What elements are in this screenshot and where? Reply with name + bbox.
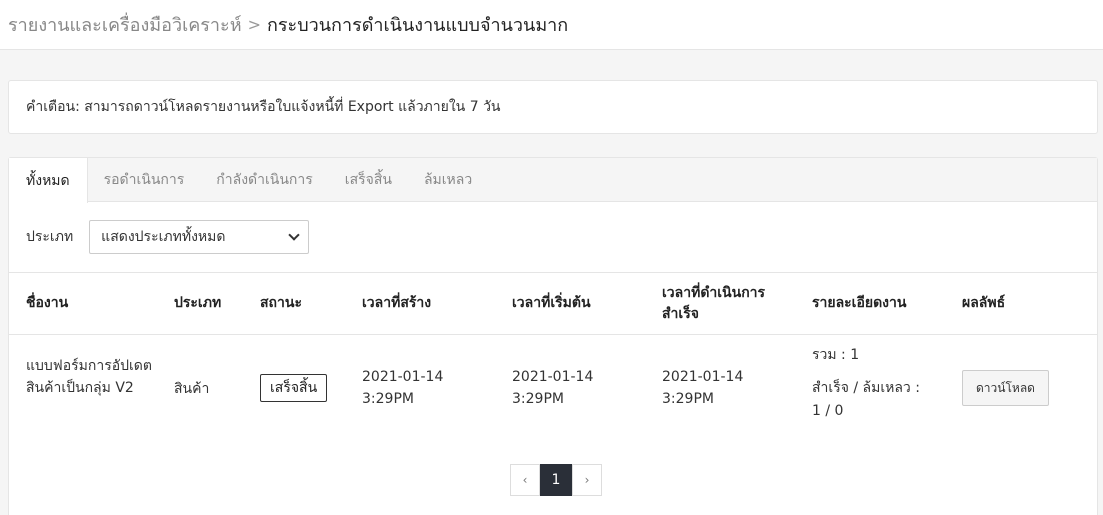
type-select-value: แสดงประเภททั้งหมด — [101, 229, 226, 245]
type-select[interactable]: แสดงประเภททั้งหมด — [89, 220, 310, 254]
column-header-type: ประเภท — [174, 295, 222, 311]
chevron-down-icon — [288, 228, 300, 241]
type-filter-label: ประเภท — [26, 229, 74, 245]
download-button[interactable]: ดาวน์โหลด — [962, 370, 1049, 406]
tab-pending[interactable]: รอดำเนินการ — [88, 158, 201, 202]
status-badge: เสร็จสิ้น — [260, 374, 328, 402]
created-time: 2021-01-14 3:29PM — [362, 369, 444, 407]
page-title: กระบวนการดำเนินงานแบบจำนวนมาก — [266, 15, 569, 36]
table-header: ชื่องาน ประเภท สถานะ เวลาที่สร้าง เวลาที… — [9, 272, 1097, 335]
breadcrumb-separator: > — [247, 15, 261, 34]
pagination: ‹ 1 › — [510, 464, 602, 496]
notice-text: คำเตือน: สามารถดาวน์โหลดรายงานหรือใบแจ้ง… — [26, 99, 501, 115]
column-header-completed: เวลาที่ดำเนินการสำเร็จ — [662, 284, 766, 322]
type-filter: ประเภท แสดงประเภททั้งหมด — [26, 220, 310, 254]
details-total: รวม : 1 — [812, 347, 860, 363]
prev-page-button[interactable]: ‹ — [510, 464, 540, 496]
tab-completed[interactable]: เสร็จสิ้น — [329, 158, 408, 202]
task-type: สินค้า — [174, 381, 210, 397]
notice-banner: คำเตือน: สามารถดาวน์โหลดรายงานหรือใบแจ้ง… — [8, 80, 1098, 134]
column-header-status: สถานะ — [260, 295, 302, 311]
table-row: แบบฟอร์มการอัปเดตสินค้าเป็นกลุ่ม V2 สินค… — [9, 335, 1097, 445]
column-header-created: เวลาที่สร้าง — [362, 295, 432, 311]
column-header-result: ผลลัพธ์ — [962, 295, 1006, 311]
completed-time: 2021-01-14 3:29PM — [662, 369, 744, 407]
details-result-value: 1 / 0 — [812, 403, 844, 419]
tasks-panel: ทั้งหมด รอดำเนินการ กำลังดำเนินการ เสร็จ… — [8, 157, 1098, 515]
breadcrumb-parent[interactable]: รายงานและเครื่องมือวิเคราะห์ — [8, 10, 242, 39]
column-header-details: รายละเอียดงาน — [812, 295, 907, 311]
tab-all[interactable]: ทั้งหมด — [9, 158, 88, 203]
next-page-button[interactable]: › — [572, 464, 602, 496]
started-time: 2021-01-14 3:29PM — [512, 369, 594, 407]
status-tabs: ทั้งหมด รอดำเนินการ กำลังดำเนินการ เสร็จ… — [9, 158, 1097, 203]
task-name: แบบฟอร์มการอัปเดตสินค้าเป็นกลุ่ม V2 — [26, 358, 152, 396]
page-1-button[interactable]: 1 — [540, 464, 572, 496]
column-header-name: ชื่องาน — [26, 295, 69, 311]
tab-in-progress[interactable]: กำลังดำเนินการ — [200, 158, 329, 202]
column-header-started: เวลาที่เริ่มต้น — [512, 295, 591, 311]
details-result-label: สำเร็จ / ล้มเหลว : — [812, 380, 920, 396]
header-bar: รายงานและเครื่องมือวิเคราะห์ > กระบวนการ… — [0, 0, 1103, 50]
tab-failed[interactable]: ล้มเหลว — [408, 158, 488, 202]
